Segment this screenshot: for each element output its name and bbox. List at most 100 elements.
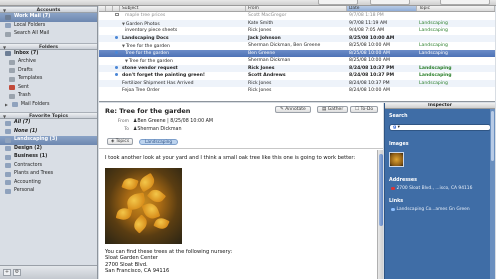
topic-icon [5, 171, 11, 177]
disclosure-triangle-icon[interactable]: ▼ [3, 113, 6, 120]
flag-cell[interactable] [106, 80, 113, 88]
from-value[interactable]: ♟Ben Greene | 8/25/08 10:00 AM [133, 119, 213, 124]
date-cell: 8/24/08 10:37 PM [349, 80, 390, 86]
sidebar-item-trash[interactable]: Trash [0, 92, 97, 101]
disclosure-triangle-icon[interactable]: ▼ [3, 7, 6, 14]
flag-cell[interactable] [106, 20, 113, 28]
topic-item-landscaping[interactable]: Landscaping (3) [0, 136, 97, 145]
table-row[interactable]: don't forget the painting green! Scott An… [99, 72, 495, 80]
thread-cell [99, 12, 106, 20]
toolbar-button[interactable] [370, 0, 410, 5]
add-icon[interactable]: + [3, 269, 11, 276]
subject-text: Fertilizer Shipment Has Arrived [122, 80, 194, 86]
message-rows: maple tree prices Scott MacGregor 9/7/08 1… [99, 12, 495, 95]
to-value[interactable]: ♟Sherman Dickman [133, 127, 182, 132]
toolbar-button[interactable] [318, 0, 358, 5]
thread-cell [99, 57, 106, 65]
accounts-header[interactable]: ▼ Accounts [0, 6, 97, 13]
column-status-header[interactable] [113, 6, 120, 11]
inspector-scrollbar[interactable] [490, 109, 495, 279]
table-row[interactable]: inventory piece sheets Rick Jones 9/4/08 7… [99, 27, 495, 35]
scrollbar-thumb[interactable] [379, 154, 383, 226]
inspector-search-field[interactable]: g ▾ [389, 124, 491, 131]
disclosure-triangle-icon[interactable]: ▼ [3, 44, 6, 51]
table-row[interactable]: stone vendor request Rick Jones 8/24/08 10… [99, 64, 495, 73]
topic-icon [5, 188, 11, 194]
date-cell: 8/25/08 10:00 AM [349, 58, 390, 63]
sidebar-item-search-all-mail[interactable]: Search All Mail [0, 30, 97, 39]
topic-cell [417, 12, 495, 20]
sidebar-item-work-mail[interactable]: Work Mail (7) [0, 13, 97, 22]
sidebar-item-label: Mail Folders [20, 101, 50, 107]
topic-item-none[interactable]: None (1) [0, 128, 97, 137]
folders-header[interactable]: ▼ Folders [0, 42, 97, 51]
topic-item-plants-and-trees[interactable]: Plants and Trees [0, 170, 97, 179]
topic-item-contractors[interactable]: Contractors [0, 162, 97, 171]
topic-item-design[interactable]: Design (2) [0, 145, 97, 154]
todo-button[interactable]: ☐ To-Do [350, 105, 379, 113]
topic-item-personal[interactable]: Personal [0, 187, 97, 196]
table-row[interactable]: Landscaping Docs Jack Johnson 8/25/08 10:0… [99, 34, 495, 43]
table-row[interactable]: Fejoa Tree Order Rick Jones 8/24/08 10:00 … [99, 87, 495, 95]
to-label: To [124, 127, 129, 132]
link-item[interactable]: Landscaping Co...ames Gn Green [391, 207, 470, 212]
column-topic-header[interactable]: Topic [417, 6, 495, 11]
topics-button[interactable]: ◈ Topics [107, 138, 134, 145]
toolbar-search-field[interactable] [440, 0, 490, 5]
table-row[interactable]: maple tree prices Scott MacGregor 9/7/08 1… [99, 12, 495, 20]
sidebar-item-mail-folders[interactable]: ▶ Mail Folders [0, 101, 97, 110]
disclosure-triangle-icon[interactable]: ▼ [122, 43, 125, 48]
gear-icon[interactable]: ⚙ [13, 269, 21, 276]
annotate-button[interactable]: ✎ Annotate [275, 105, 311, 113]
disclosure-triangle-icon[interactable]: ▼ [122, 21, 125, 26]
flag-cell[interactable] [106, 12, 113, 20]
checkbox-icon[interactable] [115, 12, 119, 16]
column-subject-header[interactable]: Subject [120, 6, 246, 11]
preview-scrollbar[interactable] [377, 150, 383, 279]
subject-cell: inventory piece sheets [120, 27, 246, 35]
flag-cell[interactable] [106, 65, 113, 73]
disclosure-triangle-icon[interactable]: ▼ [125, 58, 128, 63]
status-cell [113, 12, 120, 20]
column-date-header[interactable]: Date [347, 6, 417, 11]
flag-cell[interactable] [106, 57, 113, 65]
sidebar-item-archive[interactable]: Archive [0, 58, 97, 67]
accounts-header-label: Accounts [36, 8, 61, 13]
table-row[interactable]: ▼Tree for the garden Sherman Dickman 8/25/… [99, 57, 495, 65]
sidebar-item-inbox[interactable]: Inbox (7) [0, 50, 97, 59]
column-from-header[interactable]: From [246, 6, 347, 11]
sidebar-item-templates[interactable]: Templates [0, 75, 97, 84]
table-row[interactable]: Fertilizer Shipment Has Arrived Rick Jone… [99, 79, 495, 88]
sidebar-item-sent[interactable]: Sent [0, 84, 97, 93]
sent-icon [9, 85, 15, 91]
flag-cell[interactable] [106, 27, 113, 35]
flag-cell[interactable] [106, 72, 113, 80]
table-row[interactable]: ▼Garden Photos Kate Smith 9/7/08 11:19 AM L… [99, 19, 495, 28]
message-subject: Re: Tree for the garden [105, 107, 191, 115]
image-thumbnail[interactable] [389, 152, 404, 167]
address-item[interactable]: 2700 Sloat Blvd., ...isco, CA 94116 [391, 186, 472, 191]
inbox-icon [5, 14, 11, 20]
inspector-panel: Inspector Search g ▾ Images Addresses 27… [384, 103, 495, 279]
favorite-topics-header[interactable]: ▼ Favorite Topics [0, 112, 97, 119]
sidebar-item-drafts[interactable]: Drafts [0, 67, 97, 76]
table-row[interactable]: Tree for the garden Ben Greene 8/25/08 10:… [99, 49, 495, 58]
sidebar-item-label: Templates [18, 76, 43, 81]
topic-item-all[interactable]: All (7) [0, 119, 97, 128]
topic-tag-landscaping[interactable]: Landscaping [139, 138, 179, 145]
flag-cell[interactable] [106, 42, 113, 50]
flag-cell[interactable] [106, 87, 113, 95]
flag-cell[interactable] [106, 50, 113, 58]
disclosure-triangle-icon[interactable]: ▶ [5, 101, 8, 110]
table-row[interactable]: ▼Tree for the garden Sherman Dickman, Ben… [99, 42, 495, 50]
sidebar-item-label: Local Folders [14, 22, 46, 28]
sidebar-item-local-folders[interactable]: Local Folders [0, 22, 97, 31]
column-thread-header[interactable] [99, 6, 106, 11]
topic-icon [5, 180, 11, 186]
flag-cell[interactable] [106, 35, 113, 43]
scrollbar-thumb[interactable] [491, 111, 494, 161]
column-flag-header[interactable] [106, 6, 113, 11]
topic-item-accounting[interactable]: Accounting [0, 179, 97, 188]
gather-button[interactable]: ▤ Gather [317, 105, 349, 113]
topic-item-business[interactable]: Business (1) [0, 153, 97, 162]
